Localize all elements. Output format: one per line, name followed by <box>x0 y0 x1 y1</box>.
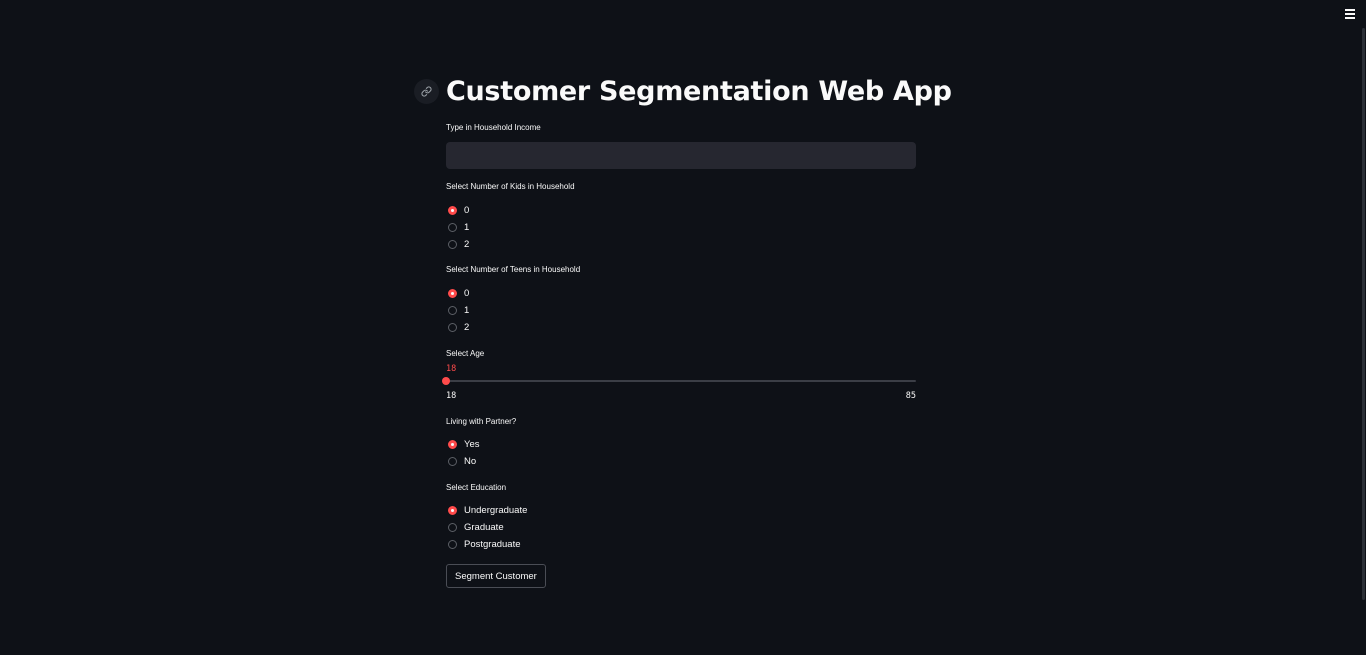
scrollbar[interactable] <box>1362 28 1365 600</box>
radio-label: 1 <box>464 305 470 316</box>
kids-option-2[interactable]: 2 <box>448 236 469 253</box>
teens-option-1[interactable]: 1 <box>448 302 469 319</box>
teens-option-2[interactable]: 2 <box>448 319 469 336</box>
radio-unselected-icon <box>448 457 457 466</box>
kids-radio-group: 0 1 2 <box>448 202 469 253</box>
age-slider-track[interactable] <box>442 377 916 385</box>
household-income-input[interactable] <box>446 142 916 169</box>
radio-selected-icon <box>448 506 457 515</box>
radio-label: 0 <box>464 205 470 216</box>
radio-unselected-icon <box>448 523 457 532</box>
radio-label: Graduate <box>464 522 504 533</box>
radio-selected-icon <box>448 289 457 298</box>
radio-label: Postgraduate <box>464 539 521 550</box>
radio-unselected-icon <box>448 323 457 332</box>
segment-customer-button[interactable]: Segment Customer <box>446 564 546 588</box>
radio-unselected-icon <box>448 223 457 232</box>
kids-label: Select Number of Kids in Household <box>446 182 575 191</box>
partner-label: Living with Partner? <box>446 417 517 426</box>
kids-option-1[interactable]: 1 <box>448 219 469 236</box>
age-slider-value: 18 <box>446 364 457 374</box>
radio-label: 0 <box>464 288 470 299</box>
radio-label: No <box>464 456 477 467</box>
app-root: Customer Segmentation Web App Type in Ho… <box>0 0 1366 655</box>
kids-option-0[interactable]: 0 <box>448 202 469 219</box>
age-slider-min: 18 <box>446 391 457 401</box>
partner-option-no[interactable]: No <box>448 453 480 470</box>
radio-selected-icon <box>448 206 457 215</box>
education-option-undergraduate[interactable]: Undergraduate <box>448 502 527 519</box>
radio-label: Undergraduate <box>464 505 528 516</box>
radio-unselected-icon <box>448 240 457 249</box>
radio-unselected-icon <box>448 540 457 549</box>
partner-radio-group: Yes No <box>448 436 480 470</box>
education-option-graduate[interactable]: Graduate <box>448 519 527 536</box>
partner-option-yes[interactable]: Yes <box>448 436 480 453</box>
title-row: Customer Segmentation Web App <box>414 76 952 107</box>
teens-radio-group: 0 1 2 <box>448 285 469 336</box>
page-title: Customer Segmentation Web App <box>446 76 952 107</box>
education-radio-group: Undergraduate Graduate Postgraduate <box>448 502 527 553</box>
age-slider-thumb[interactable] <box>442 377 450 385</box>
radio-selected-icon <box>448 440 457 449</box>
teens-label: Select Number of Teens in Household <box>446 265 581 274</box>
radio-label: Yes <box>464 439 480 450</box>
age-label: Select Age <box>446 349 485 358</box>
income-label: Type in Household Income <box>446 123 541 132</box>
teens-option-0[interactable]: 0 <box>448 285 469 302</box>
radio-label: 2 <box>464 322 470 333</box>
radio-label: 1 <box>464 222 470 233</box>
education-option-postgraduate[interactable]: Postgraduate <box>448 536 527 553</box>
age-slider-max: 85 <box>905 391 916 401</box>
hamburger-menu-icon[interactable] <box>1342 6 1358 22</box>
link-icon[interactable] <box>414 79 439 104</box>
education-label: Select Education <box>446 483 507 492</box>
radio-unselected-icon <box>448 306 457 315</box>
radio-label: 2 <box>464 239 470 250</box>
